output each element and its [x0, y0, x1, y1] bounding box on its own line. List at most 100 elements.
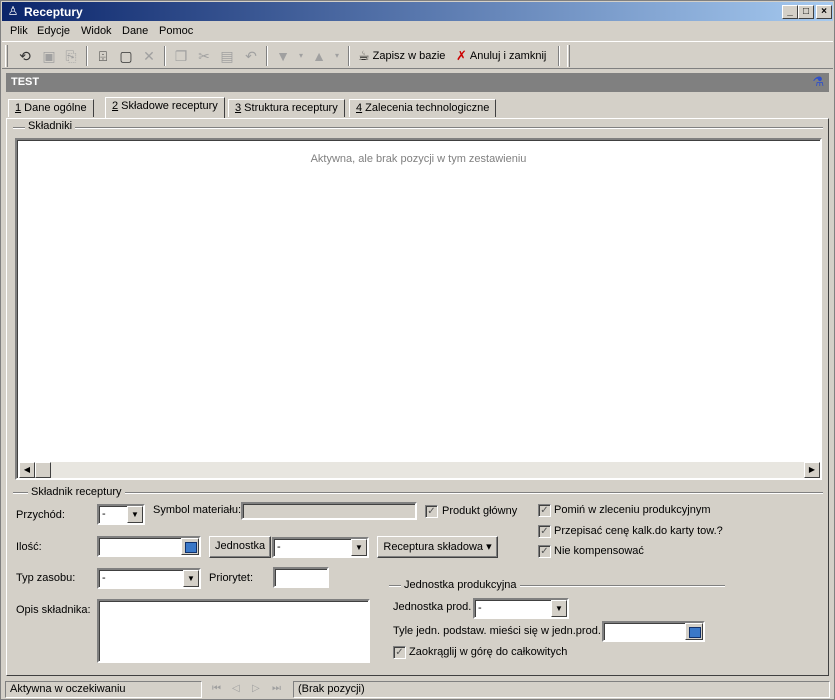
save-to-database-label: Zapisz w bazie	[372, 50, 446, 62]
jednostka-button[interactable]: Jednostka	[209, 536, 271, 558]
produkt-glowny-label: Produkt główny	[442, 505, 518, 517]
record-title: TEST	[11, 76, 40, 88]
move-down-icon[interactable]: ▼	[274, 47, 292, 65]
scroll-left-icon[interactable]: ◀	[19, 462, 35, 478]
app-window: ♙ Receptury _ □ × Plik Edycje Widok Dane…	[0, 0, 835, 700]
priorytet-label: Priorytet:	[209, 572, 254, 584]
chevron-down-icon[interactable]: ▼	[127, 506, 143, 523]
chevron-down-icon[interactable]: ▼	[183, 570, 199, 587]
produkt-glowny-checkbox[interactable]: ✓	[425, 505, 438, 518]
calculator-icon[interactable]	[181, 538, 199, 555]
nie-kompensowac-checkbox[interactable]: ✓	[538, 545, 551, 558]
chevron-down-icon[interactable]: ▼	[351, 539, 367, 556]
prev-record-icon[interactable]: ◁	[232, 683, 240, 694]
tyle-field[interactable]	[602, 621, 705, 642]
skladniki-group-label: Składniki	[25, 120, 76, 132]
toolbar-separator	[86, 46, 88, 66]
minimize-button[interactable]: _	[782, 5, 798, 19]
delete-icon[interactable]: ✕	[140, 47, 158, 65]
components-list[interactable]: Aktywna, ale brak pozycji w tym zestawie…	[15, 138, 822, 480]
symbol-label: Symbol materiału:	[153, 504, 242, 516]
ilosc-label: Ilość:	[16, 541, 42, 553]
new-doc-icon[interactable]: ▢	[117, 47, 135, 65]
toolbar-separator	[558, 46, 560, 66]
scroll-thumb[interactable]	[35, 462, 51, 478]
window-title: Receptury	[24, 5, 83, 19]
tab-struktura-receptury[interactable]: 3 Struktura receptury	[228, 99, 345, 117]
move-up-dropdown-icon[interactable]: ▾	[328, 47, 346, 65]
save-to-database-button[interactable]: ☕ Zapisz w bazie	[358, 47, 445, 65]
menu-edycje[interactable]: Edycje	[37, 25, 70, 37]
record-header: TEST ⚗	[6, 73, 829, 92]
chevron-down-icon[interactable]: ▼	[551, 600, 567, 617]
cut-icon[interactable]: ✂	[195, 47, 213, 65]
jednostka-select[interactable]: - ▼	[272, 537, 369, 558]
next-record-icon[interactable]: ▷	[252, 683, 260, 694]
receptura-skladowa-button[interactable]: Receptura składowa ▾	[377, 536, 498, 558]
menu-pomoc[interactable]: Pomoc	[159, 25, 193, 37]
last-record-icon[interactable]: ⏭	[272, 683, 281, 694]
cancel-and-close-button[interactable]: ✗ Anuluj i zamknij	[456, 47, 546, 65]
tab-label: Dane ogólne	[21, 102, 87, 114]
opis-textarea[interactable]	[97, 599, 370, 663]
paste-icon[interactable]: ▤	[218, 47, 236, 65]
menu-dane[interactable]: Dane	[122, 25, 148, 37]
przychod-label: Przychód:	[16, 509, 65, 521]
przychod-value: -	[102, 508, 106, 520]
tab-label: Składowe receptury	[118, 100, 218, 112]
app-flask-icon: ♙	[7, 4, 19, 18]
cancel-and-close-label: Anuluj i zamknij	[469, 50, 547, 62]
title-bar: ♙ Receptury _ □ ×	[2, 2, 833, 21]
ilosc-field[interactable]	[97, 536, 201, 557]
group-divider	[13, 127, 823, 129]
undo-icon[interactable]: ↶	[242, 47, 260, 65]
properties-icon[interactable]: ⌹	[94, 47, 112, 65]
jedn-prod-select[interactable]: - ▼	[473, 598, 569, 619]
maximize-button[interactable]: □	[798, 5, 814, 19]
tab-zalecenia-technologiczne[interactable]: 4 Zalecenia technologiczne	[349, 99, 497, 117]
close-button[interactable]: ×	[816, 5, 832, 19]
horizontal-scrollbar[interactable]: ◀ ▶	[19, 462, 820, 478]
save-cup-icon: ☕	[358, 48, 370, 63]
typ-zasobu-value: -	[102, 572, 106, 584]
typ-zasobu-select[interactable]: - ▼	[97, 568, 201, 589]
menu-plik[interactable]: Plik	[10, 25, 28, 37]
symbol-field[interactable]	[241, 502, 417, 520]
scroll-right-icon[interactable]: ▶	[804, 462, 820, 478]
toolbar-grip	[567, 45, 570, 67]
przepisac-checkbox[interactable]: ✓	[538, 525, 551, 538]
typ-zasobu-label: Typ zasobu:	[16, 572, 76, 584]
refresh-icon[interactable]: ⟲	[16, 47, 34, 65]
jednostka-value: -	[277, 541, 281, 553]
pomin-checkbox[interactable]: ✓	[538, 504, 551, 517]
przychod-select[interactable]: - ▼	[97, 504, 145, 525]
save-disk-icon[interactable]: ▣	[40, 47, 58, 65]
copy-icon[interactable]: ❐	[172, 47, 190, 65]
jedn-prod-label: Jednostka prod.	[393, 601, 472, 613]
przepisac-label: Przepisać cenę kalk.do karty tow.?	[554, 525, 723, 537]
status-bar: Aktywna w oczekiwaniu ⏮ ◁ ▷ ⏭ (Brak pozy…	[2, 679, 833, 699]
menu-widok[interactable]: Widok	[81, 25, 112, 37]
move-up-icon[interactable]: ▲	[310, 47, 328, 65]
jednostka-produkcyjna-group-label: Jednostka produkcyjna	[401, 579, 520, 591]
zaokraglij-checkbox[interactable]: ✓	[393, 646, 406, 659]
calculator-icon[interactable]	[685, 623, 703, 640]
group-divider	[13, 492, 823, 494]
priorytet-field[interactable]	[273, 567, 329, 588]
tab-skladowe-receptury[interactable]: 2 Składowe receptury	[105, 97, 225, 118]
opis-label: Opis składnika:	[16, 604, 91, 616]
flask-icon: ⚗	[812, 74, 824, 89]
menu-bar: Plik Edycje Widok Dane Pomoc	[2, 22, 833, 40]
move-down-dropdown-icon[interactable]: ▾	[292, 47, 310, 65]
jedn-prod-value: -	[478, 602, 482, 614]
toolbar-separator	[266, 46, 268, 66]
zaokraglij-label: Zaokrąglij w górę do całkowitych	[409, 646, 568, 658]
tab-label: Struktura receptury	[241, 102, 338, 114]
status-positions: (Brak pozycji)	[293, 681, 830, 698]
first-record-icon[interactable]: ⏮	[212, 683, 221, 694]
tab-dane-ogolne[interactable]: 1 Dane ogólne	[8, 99, 94, 117]
toolbar: ⟲ ▣ ⎘ ⌹ ▢ ✕ ❐ ✂ ▤ ↶ ▼ ▾ ▲ ▾ ☕ Zapisz w b…	[2, 41, 833, 69]
delete-doc-icon[interactable]: ⎘	[62, 47, 80, 65]
tab-label: Zalecenia technologiczne	[362, 102, 490, 114]
tab-strip: 1 Dane ogólne 2 Składowe receptury 3 Str…	[6, 97, 829, 119]
